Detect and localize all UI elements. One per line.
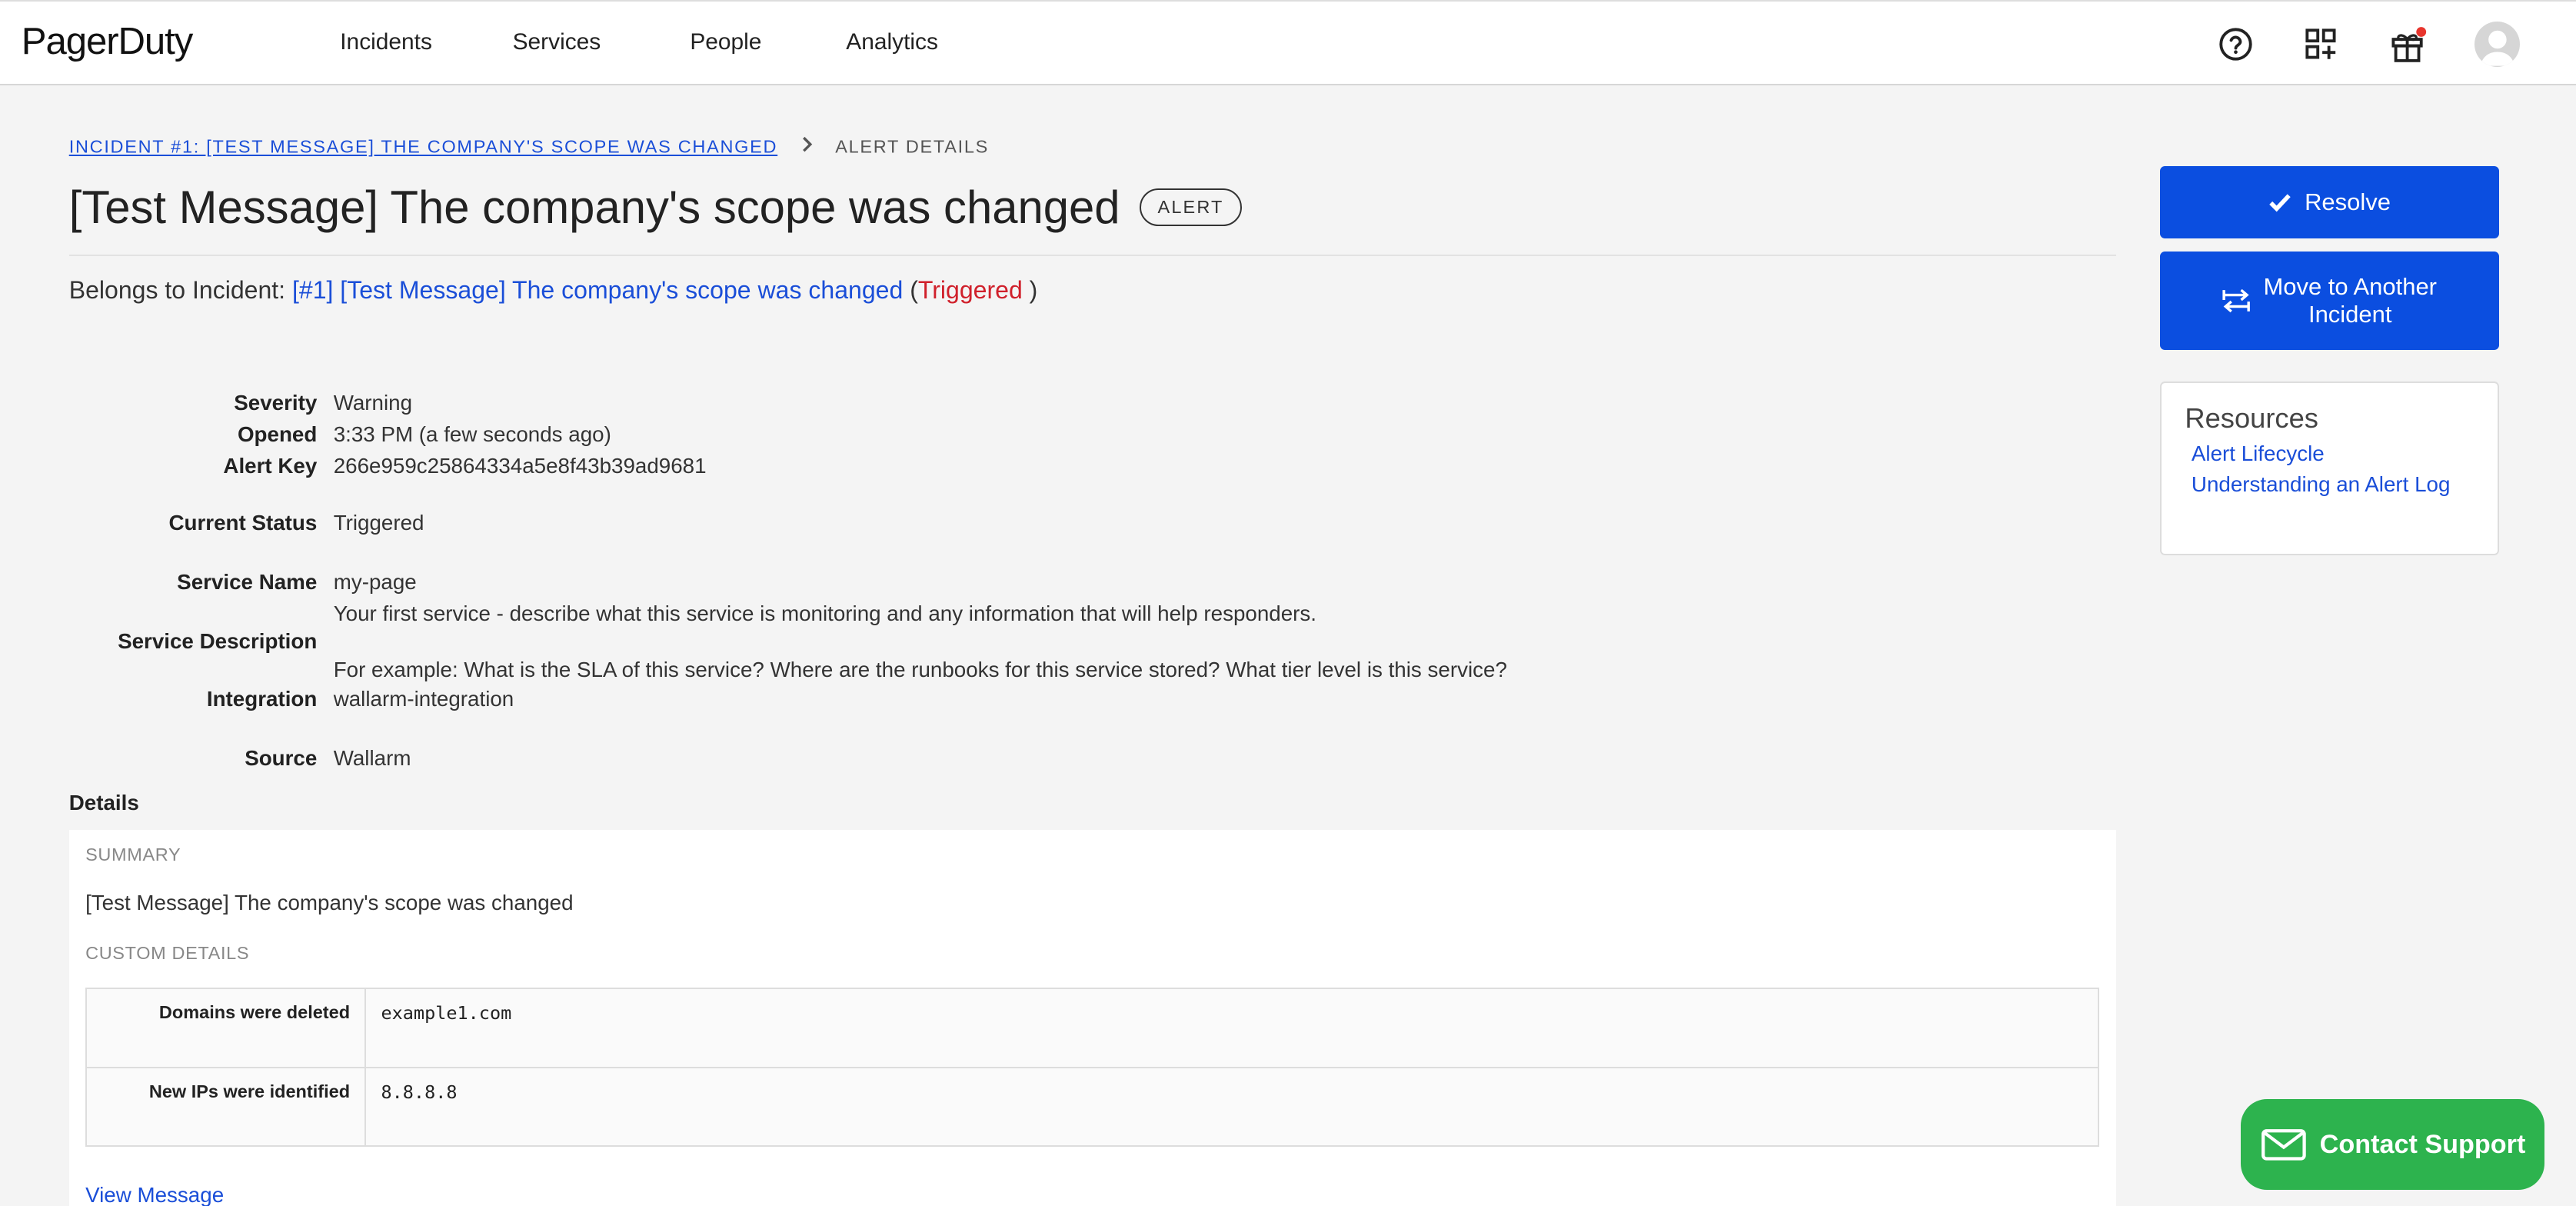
alert-badge: ALERT: [1140, 188, 1242, 226]
service-desc-label: Service Description: [118, 629, 318, 654]
custom-details-label: CUSTOM DETAILS: [85, 943, 250, 964]
paren-close: ): [1029, 275, 1038, 304]
severity-value: Warning: [333, 391, 413, 415]
nav-services[interactable]: Services: [513, 29, 691, 55]
prop-service-desc: Service Description: [69, 629, 1548, 658]
incident-link[interactable]: [#1] [Test Message] The company's scope …: [292, 276, 903, 304]
opened-label: Opened: [237, 422, 318, 447]
opened-value: 3:33 PM (a few seconds ago): [333, 422, 611, 447]
nav-people[interactable]: People: [690, 29, 846, 55]
divider: [68, 255, 2116, 257]
action-sidebar: Resolve Move to Another Incident Resource…: [2160, 165, 2499, 556]
service-desc-line1: Your first service - describe what this …: [333, 601, 1317, 625]
source-value: Wallarm: [333, 745, 411, 770]
page-title: [Test Message] The company's scope was c…: [68, 182, 1120, 233]
prop-severity: Severity Warning: [69, 391, 1548, 420]
prop-alert-key: Alert Key 266e959c25864334a5e8f43b39ad96…: [69, 454, 1548, 483]
prop-opened: Opened 3:33 PM (a few seconds ago): [69, 422, 1548, 451]
breadcrumb-incident-link[interactable]: INCIDENT #1: [TEST MESSAGE] THE COMPANY'…: [69, 137, 777, 157]
move-label-line2: Incident: [2308, 300, 2392, 328]
details-heading: Details: [68, 790, 139, 815]
status-label: Current Status: [168, 511, 318, 535]
custom-detail-value: example1.com: [364, 988, 2100, 1068]
nav-analytics[interactable]: Analytics: [846, 29, 938, 55]
source-label: Source: [245, 745, 318, 770]
apps-icon[interactable]: [2303, 26, 2339, 62]
mail-icon: [2261, 1128, 2307, 1161]
custom-detail-key: New IPs were identified: [85, 1066, 367, 1148]
resource-link-alert-log[interactable]: Understanding an Alert Log: [2192, 472, 2474, 497]
top-navigation: PagerDuty Incidents Services People Anal…: [0, 0, 2576, 86]
app-root: PagerDuty Incidents Services People Anal…: [0, 0, 2576, 1206]
prop-service-desc-line2: For example: What is the SLA of this ser…: [69, 658, 1548, 687]
alert-key-label: Alert Key: [223, 453, 318, 478]
resources-panel: Resources Alert Lifecycle Understanding …: [2160, 381, 2499, 556]
paren-open: (: [910, 275, 918, 304]
severity-label: Severity: [234, 391, 318, 415]
resolve-button[interactable]: Resolve: [2160, 165, 2499, 238]
view-message-link[interactable]: View Message: [85, 1183, 224, 1206]
chevron-right-icon: [800, 136, 814, 157]
help-icon[interactable]: [2218, 26, 2254, 62]
prop-source: Source Wallarm: [69, 746, 1548, 775]
table-row: Domains were deleted example1.com: [85, 988, 2100, 1068]
resource-link-alert-lifecycle[interactable]: Alert Lifecycle: [2192, 441, 2474, 466]
pagerduty-logo[interactable]: PagerDuty: [22, 20, 194, 63]
nav-incidents[interactable]: Incidents: [340, 29, 512, 55]
prop-service-name: Service Name my-page: [69, 570, 1548, 599]
service-name-label: Service Name: [177, 570, 318, 595]
details-panel: SUMMARY [Test Message] The company's sco…: [68, 829, 2116, 1206]
prop-service-desc-line1: Your first service - describe what this …: [69, 601, 1548, 631]
integration-label: Integration: [206, 687, 318, 711]
title-row: [Test Message] The company's scope was c…: [69, 181, 1242, 234]
table-row: New IPs were identified 8.8.8.8: [85, 1066, 2100, 1148]
checkmark-icon: [2268, 192, 2291, 212]
user-avatar[interactable]: [2474, 21, 2521, 68]
custom-details-table: Domains were deleted example1.com New IP…: [85, 988, 2100, 1148]
prop-status: Current Status Triggered: [69, 511, 1548, 540]
breadcrumb: INCIDENT #1: [TEST MESSAGE] THE COMPANY'…: [69, 136, 989, 157]
move-label: Move to Another Incident: [2263, 273, 2437, 328]
main-nav: Incidents Services People Analytics: [340, 29, 938, 55]
alert-key-value: 266e959c25864334a5e8f43b39ad9681: [333, 453, 707, 478]
transfer-arrows-icon: [2222, 288, 2250, 313]
contact-support-label: Contact Support: [2319, 1129, 2526, 1159]
breadcrumb-current: ALERT DETAILS: [835, 136, 990, 157]
service-name-link[interactable]: my-page: [334, 570, 417, 595]
incident-status: Triggered: [917, 275, 1023, 304]
service-desc-line2: For example: What is the SLA of this ser…: [333, 657, 1507, 681]
move-to-another-incident-button[interactable]: Move to Another Incident: [2160, 251, 2499, 351]
custom-detail-key: Domains were deleted: [85, 988, 367, 1068]
contact-support-button[interactable]: Contact Support: [2241, 1099, 2545, 1190]
summary-text: [Test Message] The company's scope was c…: [85, 890, 574, 914]
integration-link[interactable]: wallarm-integration: [334, 687, 514, 711]
belongs-to-incident: Belongs to Incident: [#1] [Test Message]…: [69, 276, 1038, 305]
status-value: Triggered: [333, 511, 424, 535]
resources-title: Resources: [2185, 402, 2318, 435]
move-label-line1: Move to Another: [2263, 273, 2437, 301]
summary-label: SUMMARY: [85, 845, 181, 865]
resolve-label: Resolve: [2305, 188, 2391, 215]
prop-integration: Integration wallarm-integration: [69, 687, 1548, 716]
gift-icon[interactable]: [2388, 26, 2427, 62]
custom-detail-value: 8.8.8.8: [364, 1066, 2100, 1148]
belongs-prefix: Belongs to Incident:: [68, 275, 286, 304]
